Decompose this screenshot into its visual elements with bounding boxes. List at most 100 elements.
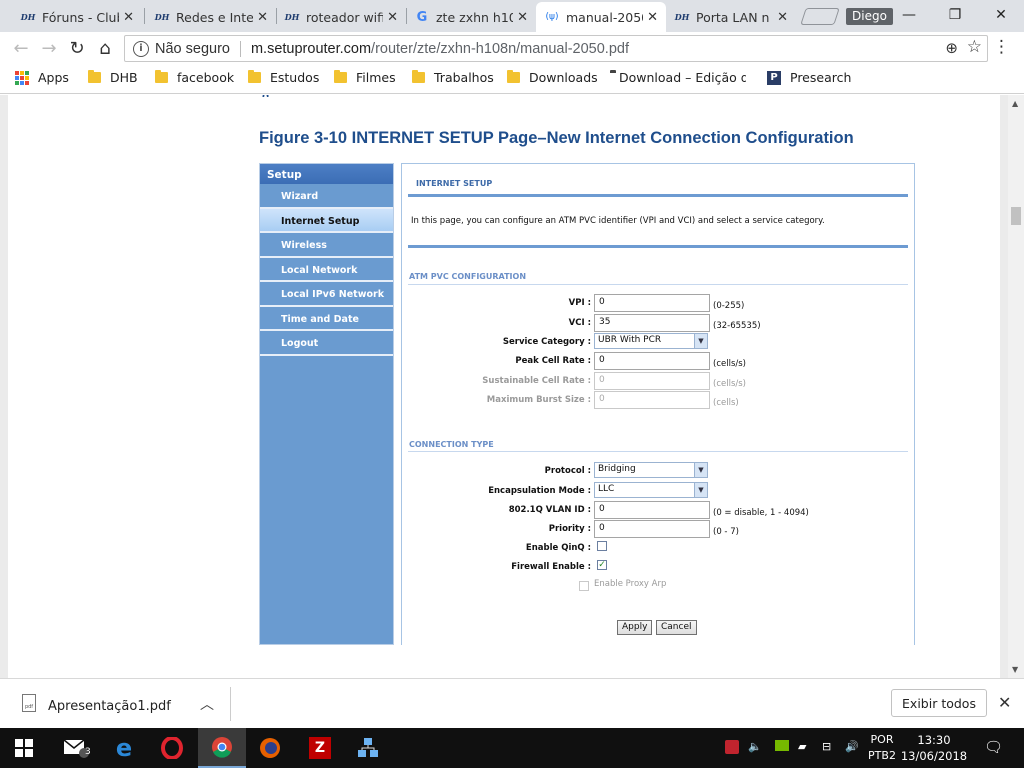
language-indicator[interactable]: POR PTB2 bbox=[866, 732, 898, 764]
protocol-select: Bridging ▼ bbox=[594, 462, 708, 478]
protocol-row: Protocol : Bridging ▼ bbox=[402, 462, 916, 480]
scroll-thumb[interactable] bbox=[1011, 207, 1021, 225]
back-arrow-icon[interactable]: ← bbox=[10, 37, 32, 59]
chevron-up-icon[interactable]: ︿ bbox=[200, 694, 214, 714]
bookmark-label: Download – Edição d bbox=[619, 70, 746, 85]
muted-speaker-icon[interactable]: 🔈 bbox=[748, 740, 762, 753]
bookmark-star-icon[interactable]: ☆ bbox=[967, 37, 982, 57]
address-bar[interactable]: i Não seguro m.setuprouter.com/router/zt… bbox=[124, 35, 988, 62]
download-shelf: pdf Apresentação1.pdf ︿ Exibir todos ✕ bbox=[0, 678, 1024, 728]
network-app-icon[interactable] bbox=[344, 728, 392, 768]
filezilla-icon[interactable]: Z bbox=[296, 728, 344, 768]
browser-toolbar: ← → ↻ ⌂ i Não seguro m.setuprouter.com/r… bbox=[0, 32, 1024, 64]
vpi-row: VPI : 0 (0-255) bbox=[402, 294, 916, 312]
atm-section-title: ATM PVC CONFIGURATION bbox=[409, 272, 527, 281]
proxy-arp-row: Enable Proxy Arp bbox=[402, 576, 916, 594]
presearch-icon: P bbox=[767, 70, 781, 85]
maximize-icon[interactable]: ❐ bbox=[932, 0, 978, 30]
bookmark-dhb[interactable]: DHB bbox=[88, 70, 138, 85]
peak-cell-rate-row: Peak Cell Rate : 0 (cells/s) bbox=[402, 352, 916, 370]
bookmark-download-edicao[interactable]: Download – Edição d bbox=[610, 70, 746, 85]
menu-kebab-icon[interactable]: ⋮ bbox=[993, 37, 1010, 57]
router-sidebar: Setup Wizard Internet Setup Wireless Loc… bbox=[259, 163, 394, 645]
zoom-icon[interactable]: ⊕ bbox=[945, 39, 958, 57]
router-nav-logout: Logout bbox=[260, 331, 393, 356]
bookmark-label: Filmes bbox=[356, 70, 396, 85]
vci-row: VCI : 35 (32-65535) bbox=[402, 314, 916, 332]
system-clock[interactable]: 13:30 13/06/2018 bbox=[898, 732, 970, 764]
tab-title: zte zxhn h108 bbox=[436, 9, 514, 25]
bookmark-facebook[interactable]: facebook bbox=[155, 70, 234, 85]
network-icon[interactable]: ⊟ bbox=[822, 740, 831, 753]
firewall-enable-row: Firewall Enable : ✓ bbox=[402, 558, 916, 576]
field-label: VPI : bbox=[568, 298, 591, 308]
download-item-name[interactable]: Apresentação1.pdf bbox=[48, 699, 171, 714]
peak-cell-rate-input: 0 bbox=[594, 352, 710, 370]
edge-browser-icon[interactable]: e bbox=[100, 728, 148, 768]
tab-google-search[interactable]: G zte zxhn h108 ✕ bbox=[406, 2, 536, 32]
reload-icon[interactable]: ↻ bbox=[66, 37, 88, 59]
intro-text: In this page, you can configure an ATM P… bbox=[411, 216, 825, 226]
bookmark-apps[interactable]: Apps bbox=[15, 70, 69, 85]
encapsulation-select: LLC ▼ bbox=[594, 482, 708, 498]
close-tab-icon[interactable]: ✕ bbox=[123, 10, 134, 25]
bookmark-presearch[interactable]: P Presearch bbox=[767, 70, 851, 85]
bookmark-label: Downloads bbox=[529, 70, 598, 85]
home-icon[interactable]: ⌂ bbox=[94, 37, 116, 59]
tab-roteador[interactable]: DH roteador wifi ✕ bbox=[276, 2, 406, 32]
folder-icon bbox=[412, 70, 425, 83]
connection-type-title: CONNECTION TYPE bbox=[409, 440, 494, 449]
pdf-viewport[interactable]: g Figure 3-10 INTERNET SETUP Page–New In… bbox=[0, 95, 1008, 678]
minimize-icon[interactable]: — bbox=[886, 0, 932, 30]
bookmark-label: Presearch bbox=[790, 70, 852, 85]
close-download-shelf-icon[interactable]: ✕ bbox=[998, 693, 1011, 712]
scroll-down-icon[interactable]: ▼ bbox=[1012, 665, 1018, 674]
vertical-scrollbar[interactable]: ▲ ▼ bbox=[1008, 95, 1024, 678]
tab-redes[interactable]: DH Redes e Inter ✕ bbox=[146, 2, 276, 32]
security-shield-icon[interactable]: ▰ bbox=[798, 740, 806, 753]
tab-porta-lan[interactable]: DH Porta LAN n f ✕ bbox=[666, 2, 796, 32]
url-text: m.setuprouter.com/router/zte/zxhn-h108n/… bbox=[250, 40, 629, 57]
bookmark-estudos[interactable]: Estudos bbox=[248, 70, 319, 85]
field-label: Service Category : bbox=[502, 337, 591, 347]
figure-title: Figure 3-10 INTERNET SETUP Page–New Inte… bbox=[259, 129, 854, 147]
nvidia-icon[interactable] bbox=[775, 740, 789, 754]
chrome-browser-icon[interactable] bbox=[198, 728, 246, 768]
proxy-arp-label: Enable Proxy Arp bbox=[594, 579, 667, 589]
info-icon[interactable]: i bbox=[133, 40, 149, 57]
mail-icon[interactable]: 3 bbox=[52, 728, 100, 768]
close-tab-icon[interactable]: ✕ bbox=[387, 10, 398, 25]
dh-favicon-icon: DH bbox=[284, 12, 300, 22]
cancel-button: Cancel bbox=[656, 620, 697, 635]
field-label: 802.1Q VLAN ID : bbox=[508, 505, 591, 515]
forward-arrow-icon[interactable]: → bbox=[38, 37, 60, 59]
close-tab-icon[interactable]: ✕ bbox=[777, 10, 788, 25]
browser-tab-strip: DH Fóruns - Club ✕ DH Redes e Inter ✕ DH… bbox=[0, 0, 1024, 32]
tab-foruns[interactable]: DH Fóruns - Club ✕ bbox=[12, 2, 142, 32]
bookmark-filmes[interactable]: Filmes bbox=[334, 70, 396, 85]
notifications-icon[interactable]: 🗨 bbox=[984, 738, 1003, 756]
field-label: Encapsulation Mode : bbox=[488, 486, 591, 496]
mail-badge: 3 bbox=[85, 747, 91, 757]
scroll-up-icon[interactable]: ▲ bbox=[1012, 99, 1018, 108]
show-all-downloads-button[interactable]: Exibir todos bbox=[891, 689, 987, 717]
divider bbox=[408, 245, 908, 248]
bookmark-trabalhos[interactable]: Trabalhos bbox=[412, 70, 494, 85]
volume-icon[interactable]: 🔊 bbox=[845, 740, 859, 753]
new-tab-button[interactable] bbox=[800, 8, 840, 25]
tab-manual-active[interactable]: (ψ) manual-2050. ✕ bbox=[536, 2, 666, 32]
close-tab-icon[interactable]: ✕ bbox=[257, 10, 268, 25]
close-tab-icon[interactable]: ✕ bbox=[517, 10, 528, 25]
close-window-icon[interactable]: ✕ bbox=[978, 0, 1024, 30]
windows-start-icon[interactable] bbox=[0, 728, 48, 768]
field-hint: (0 = disable, 1 - 4094) bbox=[713, 508, 809, 518]
firefox-browser-icon[interactable] bbox=[246, 728, 294, 768]
bookmark-downloads[interactable]: Downloads bbox=[507, 70, 598, 85]
field-label: VCI : bbox=[568, 318, 591, 328]
max-burst-size-input: 0 bbox=[594, 391, 710, 409]
tray-app-icon[interactable] bbox=[725, 740, 739, 757]
opera-browser-icon[interactable] bbox=[148, 728, 196, 768]
close-tab-icon[interactable]: ✕ bbox=[647, 10, 658, 25]
sustainable-cell-rate-row: Sustainable Cell Rate : 0 (cells/s) bbox=[402, 372, 916, 390]
field-label: Maximum Burst Size : bbox=[486, 395, 591, 405]
